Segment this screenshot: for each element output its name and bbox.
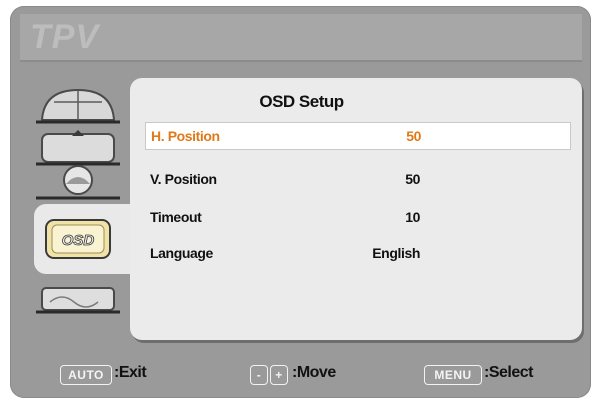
menu-item-value: 50 (405, 171, 420, 187)
menu-item-language[interactable]: Language English (145, 240, 569, 266)
osd-icon[interactable]: OSD (40, 216, 132, 260)
title-bar (20, 14, 582, 62)
setup-icon[interactable] (32, 280, 124, 324)
minus-key[interactable]: - (250, 365, 268, 385)
exit-hint: :Exit (114, 364, 147, 381)
brand-logo: TPV (30, 18, 100, 56)
menu-item-v-position[interactable]: V. Position 50 (145, 166, 569, 192)
panel-title: OSD Setup (259, 92, 344, 111)
menu-item-timeout[interactable]: Timeout 10 (145, 204, 569, 230)
menu-item-value: English (372, 245, 420, 261)
hint-bar: AUTO :Exit - + :Move MENU :Select (20, 356, 582, 392)
select-hint: :Select (484, 364, 533, 381)
menu-item-label: Timeout (150, 209, 202, 225)
osd-icon-label: OSD (62, 232, 95, 249)
menu-item-h-position[interactable]: H. Position 50 (145, 122, 571, 150)
menu-item-label: V. Position (150, 171, 217, 187)
menu-key[interactable]: MENU (424, 365, 482, 385)
auto-key[interactable]: AUTO (60, 365, 112, 385)
menu-item-label: H. Position (151, 128, 220, 144)
color-globe-icon[interactable] (32, 160, 124, 204)
menu-item-label: Language (150, 245, 213, 261)
plus-key[interactable]: + (270, 365, 288, 385)
menu-item-value: 10 (405, 209, 420, 225)
move-hint: :Move (292, 364, 336, 381)
menu-item-value: 50 (406, 128, 421, 144)
